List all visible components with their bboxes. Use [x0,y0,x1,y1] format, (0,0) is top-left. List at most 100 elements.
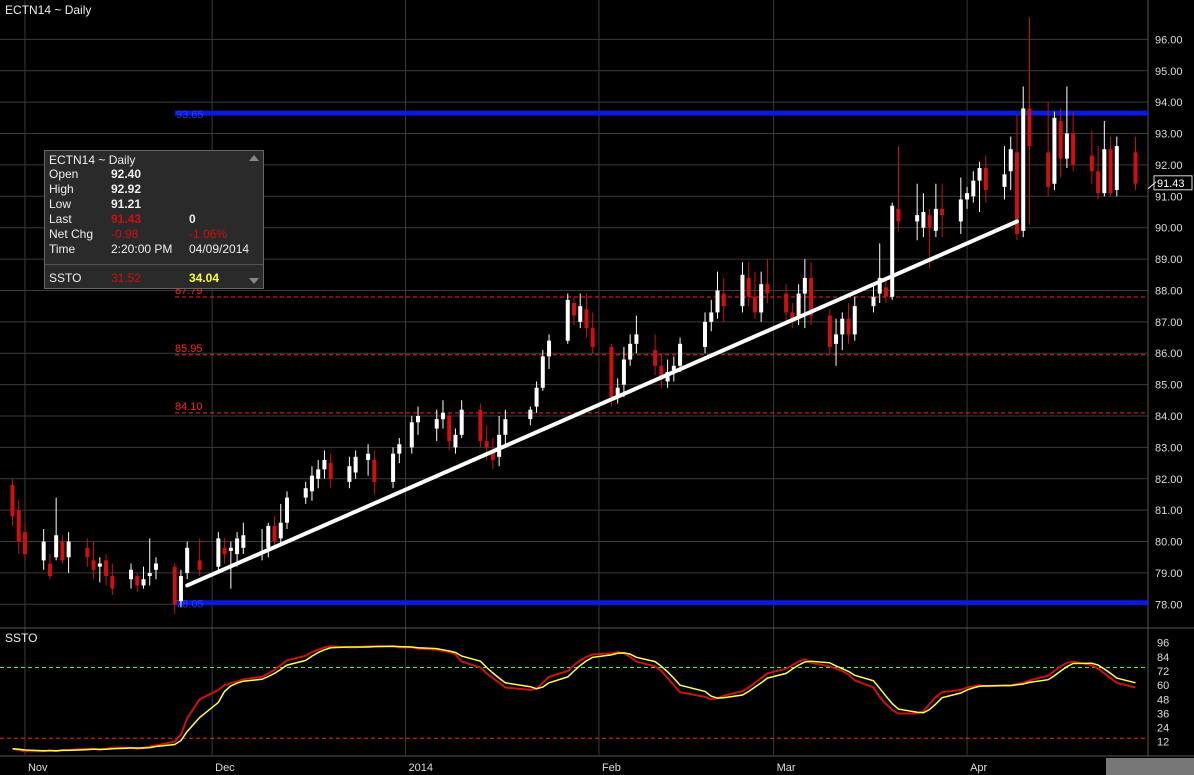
quote-box[interactable]: ECTN14 ~ Daily Open 92.40 High 92.92 Low 91… [44,150,264,289]
candle-body [721,293,726,307]
price-tick-label: 84.00 [1155,411,1183,423]
price-axis: 96.00 95.00 94.00 93.00 92.00 91.00 90.00 89.00… [1147,34,1193,611]
candle-body [547,340,552,357]
candle-body [391,453,396,482]
candle-body [628,343,633,360]
candle-body [740,274,745,307]
candle-body [129,569,134,580]
candle-body [1027,108,1032,147]
candle-body [366,453,371,460]
candle-body [584,309,589,329]
candle-body [434,419,439,429]
candle-body [316,469,321,479]
candle-body [871,296,876,307]
candle-body [1052,117,1057,184]
candle-body [621,359,626,385]
candle-body [1114,146,1119,191]
candle-body [1089,155,1094,172]
candle-body [272,525,277,542]
candle-body [927,215,932,228]
candle-body [983,168,988,191]
candle-body [921,212,926,228]
collapse-down-icon[interactable] [249,278,259,284]
candle-body [22,532,27,555]
candle-body [752,296,757,313]
candle-body [759,284,764,313]
price-chart: 93.6587.7985.9584.1078.05 96.0095.0094.0… [0,0,1194,774]
high-label: High [49,182,74,196]
collapse-up-icon[interactable] [249,155,259,161]
candle-body [540,356,545,388]
candle-body [197,560,202,570]
candle-body [147,572,152,577]
price-tick-label: 93.00 [1155,129,1183,141]
candle-body [827,315,832,347]
candle-body [709,312,714,322]
candle-body [977,168,982,181]
candle-body [852,306,857,335]
ssto-tick-label: 72 [1157,666,1169,678]
candle-body [353,456,358,473]
candle-body [796,293,801,316]
candle-body [1133,152,1138,184]
candle-body [303,488,308,498]
candle-body [678,343,683,366]
date-value: 04/09/2014 [189,242,250,256]
candle-body [416,416,421,423]
price-tick-label: 91.00 [1155,191,1183,203]
chart-title: ECTN14 ~ Daily [5,3,92,17]
low-label: Low [49,197,72,211]
fib-level-label: 84.10 [175,401,203,413]
time-label: Time [49,242,76,256]
candle-body [1102,149,1107,194]
candle-body [715,290,720,313]
price-tick-label: 81.00 [1155,505,1183,517]
candle-body [653,350,658,366]
price-tick-label: 88.00 [1155,285,1183,297]
open-label: Open [49,167,79,181]
price-tick-label: 95.00 [1155,66,1183,78]
ssto-tick-label: 84 [1157,652,1169,664]
high-value: 92.92 [111,182,142,196]
ssto-label: SSTO [49,271,82,285]
candle-body [447,416,452,442]
candle-body [104,560,109,577]
candle-body [135,576,140,586]
candle-body [940,208,945,216]
candle-body [141,579,146,586]
netchg-label: Net Chg [49,227,94,241]
open-value: 92.40 [111,167,142,181]
ssto-tick-label: 12 [1157,737,1169,749]
date-tick-label: Feb [602,762,621,774]
candle-body [1002,174,1007,187]
price-tick-label: 79.00 [1155,568,1183,580]
candle-body [347,466,352,482]
last-value: 91.43 [111,212,142,226]
price-tick-label: 78.00 [1155,599,1183,611]
last-volume: 0 [189,212,196,226]
price-tick-label: 85.00 [1155,380,1183,392]
candle-body [453,434,458,448]
candle-body [222,547,227,555]
candle-body [1021,108,1026,231]
price-tick-label: 86.00 [1155,348,1183,360]
candle-body [228,547,233,551]
candle-body [459,409,464,435]
candle-body [235,538,240,555]
candle-body [590,328,595,347]
candle-body [185,547,190,573]
date-tick-label: 2014 [409,762,433,774]
ssto-panel: 96 84 72 60 48 36 24 12 [0,638,1169,753]
price-tick-label: 92.00 [1155,160,1183,172]
quote-divider [45,264,263,265]
price-tick-label: 87.00 [1155,317,1183,329]
date-tick-label: Dec [215,762,235,774]
price-tick-label: 96.00 [1155,34,1183,46]
date-tick-label: Apr [970,762,987,774]
candle-body [896,208,901,222]
candle-body [440,412,445,420]
candle-body [309,475,314,492]
horizontal-scrollbar[interactable] [1106,758,1194,775]
candle-body [47,563,52,577]
candle-body [484,441,489,448]
